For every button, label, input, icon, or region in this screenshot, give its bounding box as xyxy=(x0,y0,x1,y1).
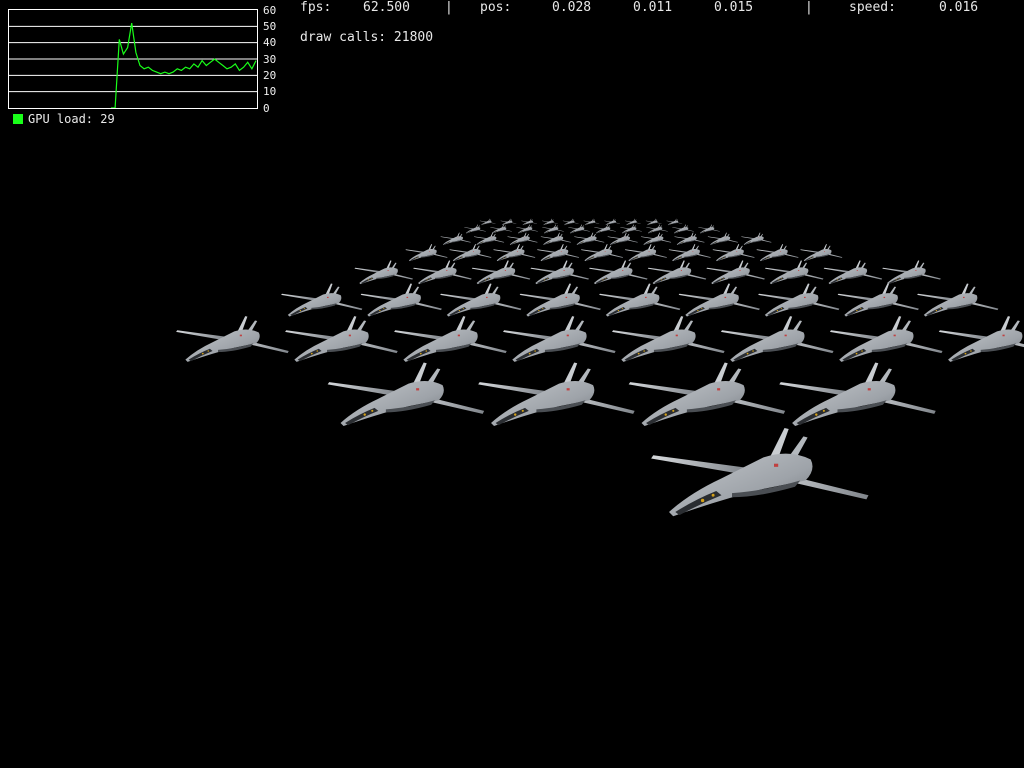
jet-model xyxy=(405,244,448,262)
jet-model xyxy=(540,232,571,245)
jet-model xyxy=(581,244,624,262)
jet-model xyxy=(562,218,579,226)
jet-model xyxy=(666,218,683,226)
jet-model xyxy=(800,244,843,262)
jet-model xyxy=(678,283,760,317)
jet-model xyxy=(823,260,883,285)
jet-model xyxy=(537,244,580,262)
separator: | xyxy=(445,0,453,15)
jet-model xyxy=(413,260,472,285)
jet-model xyxy=(440,283,522,317)
separator: | xyxy=(805,0,813,15)
jet-model xyxy=(490,224,512,234)
pos-x-value: 0.028 xyxy=(552,0,592,15)
y-tick-40: 40 xyxy=(263,36,277,49)
gpu-load-plot xyxy=(9,23,257,108)
jet-model xyxy=(471,260,531,285)
jet-model xyxy=(612,316,725,362)
stats-bar: fps: 62.500 | pos: 0.028 0.011 0.015 | s… xyxy=(300,0,1000,15)
gpu-load-legend: GPU load: 29 xyxy=(13,112,115,126)
speed-label: speed: xyxy=(849,0,896,15)
gpu-load-graph xyxy=(8,9,258,109)
fps-label: fps: xyxy=(300,0,332,15)
jet-model xyxy=(360,283,442,317)
jet-model xyxy=(507,232,538,245)
jet-model xyxy=(646,224,668,234)
jet-model xyxy=(706,260,765,285)
fps-value: 62.500 xyxy=(363,0,410,15)
jet-model xyxy=(624,244,667,262)
jet-model xyxy=(519,283,601,317)
viewport-3d-scene[interactable] xyxy=(0,130,1024,650)
jet-model xyxy=(837,283,919,317)
y-tick-50: 50 xyxy=(263,20,277,33)
jet-model xyxy=(530,260,589,285)
jet-model xyxy=(473,232,505,245)
y-tick-60: 60 xyxy=(263,4,277,17)
jet-model xyxy=(668,244,711,262)
jet-model xyxy=(478,362,635,426)
legend-swatch xyxy=(13,114,23,124)
pos-label: pos: xyxy=(480,0,512,15)
jet-model xyxy=(720,316,834,362)
jet-model xyxy=(464,224,486,234)
pos-y-value: 0.011 xyxy=(633,0,673,15)
jet-model xyxy=(176,316,289,362)
jet-model xyxy=(640,232,672,245)
jet-formation xyxy=(176,218,1024,517)
jet-model xyxy=(779,362,936,426)
jet-model xyxy=(765,260,824,285)
jet-model xyxy=(503,316,616,362)
gpu-load-label: GPU load: 29 xyxy=(28,112,115,126)
jet-model xyxy=(594,224,616,234)
jet-model xyxy=(500,218,517,226)
jet-model xyxy=(674,232,705,245)
jet-model xyxy=(327,362,485,426)
jet-model xyxy=(707,232,738,245)
jet-model xyxy=(599,283,681,317)
jet-model xyxy=(479,218,496,226)
jet-model xyxy=(628,362,786,426)
jet-model xyxy=(645,218,662,226)
jet-model xyxy=(882,260,941,285)
jet-model xyxy=(449,244,492,262)
jet-model xyxy=(651,428,869,517)
jet-model xyxy=(394,316,507,362)
y-tick-0: 0 xyxy=(263,102,270,115)
jet-model xyxy=(712,244,755,262)
jet-model xyxy=(516,224,538,234)
jet-model xyxy=(620,224,642,234)
jet-model xyxy=(354,260,413,285)
pos-z-value: 0.015 xyxy=(714,0,754,15)
y-tick-20: 20 xyxy=(263,69,277,82)
jet-model xyxy=(285,316,398,362)
jet-model xyxy=(493,244,536,262)
y-tick-10: 10 xyxy=(263,85,277,98)
jet-model xyxy=(917,283,999,317)
gpu-load-series-line xyxy=(111,23,257,108)
jet-model xyxy=(607,232,638,245)
jet-model xyxy=(440,232,471,245)
jet-model xyxy=(568,224,590,234)
jet-model xyxy=(741,232,772,245)
jet-model xyxy=(672,224,694,234)
speed-value: 0.016 xyxy=(939,0,979,15)
jet-model xyxy=(574,232,605,245)
jet-model xyxy=(281,283,363,317)
jet-model xyxy=(625,218,641,226)
draw-calls-readout: draw calls: 21800 xyxy=(300,30,434,45)
jet-model xyxy=(589,260,648,285)
jet-model xyxy=(938,316,1024,362)
jet-model xyxy=(542,224,564,234)
jet-model xyxy=(583,218,600,226)
jet-model xyxy=(829,316,943,362)
jet-model xyxy=(758,283,840,317)
jet-model xyxy=(647,260,707,285)
y-tick-30: 30 xyxy=(263,53,277,66)
jet-model xyxy=(521,218,538,226)
jet-model xyxy=(604,218,621,226)
jet-model xyxy=(542,218,558,226)
jet-model xyxy=(756,244,799,262)
jet-model xyxy=(698,224,720,234)
